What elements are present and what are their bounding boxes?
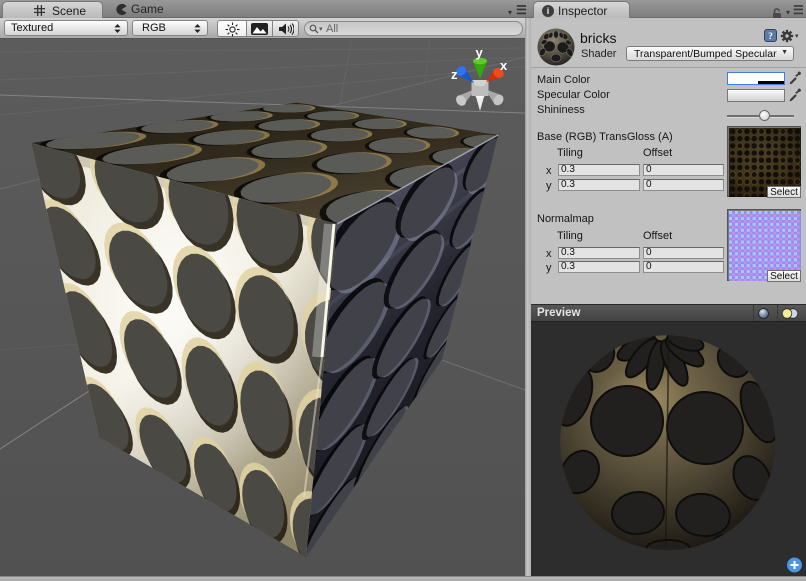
svg-text:x: x xyxy=(500,58,508,73)
svg-text:?: ? xyxy=(768,32,773,42)
svg-text:z: z xyxy=(451,67,458,82)
svg-text:y: y xyxy=(476,45,484,60)
